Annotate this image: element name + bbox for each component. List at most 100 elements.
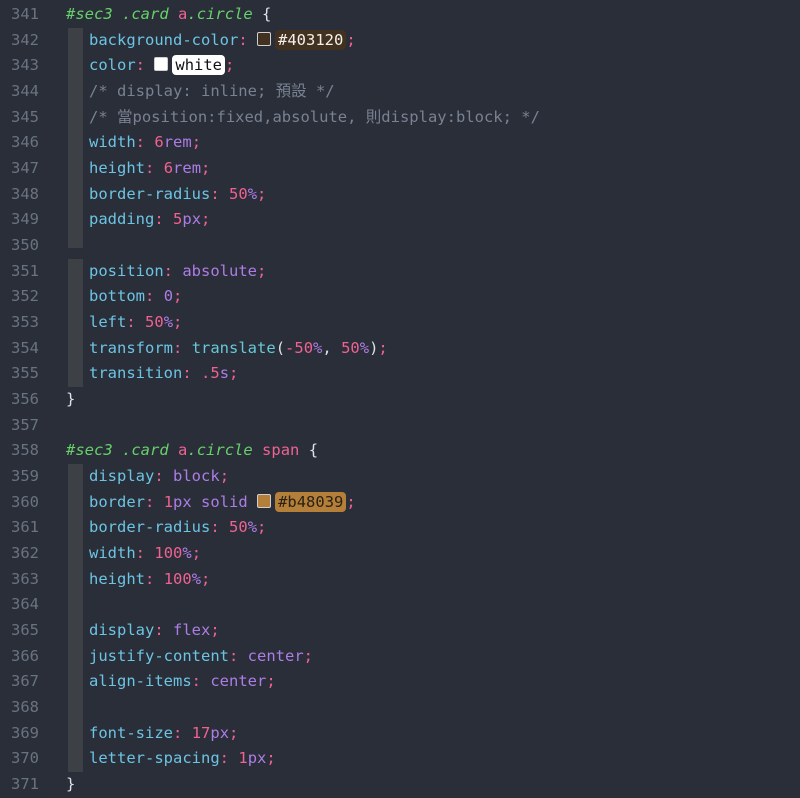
code-text: } — [56, 772, 75, 798]
line-number[interactable]: 349 — [0, 207, 56, 233]
line-number[interactable]: 355 — [0, 361, 56, 387]
code-line[interactable]: 347height: 6rem; — [0, 156, 800, 182]
token-num: 50 — [229, 518, 248, 536]
code-line[interactable]: 341#sec3 .card a.circle { — [0, 2, 800, 28]
code-line[interactable]: 359display: block; — [0, 464, 800, 490]
code-text: transform: translate(-50%, 50%); — [56, 336, 388, 362]
indent-guide — [68, 490, 83, 516]
token-pun: : — [145, 159, 154, 177]
code-line[interactable]: 342background-color: #403120; — [0, 28, 800, 54]
token-id: #sec3 — [66, 5, 113, 23]
line-number[interactable]: 362 — [0, 541, 56, 567]
code-text: #sec3 .card a.circle { — [56, 2, 271, 28]
code-line[interactable]: 364 — [0, 592, 800, 618]
color-value-pill[interactable]: #b48039 — [275, 492, 346, 512]
code-line[interactable]: 369font-size: 17px; — [0, 721, 800, 747]
line-number[interactable]: 343 — [0, 53, 56, 79]
line-number[interactable]: 367 — [0, 669, 56, 695]
token-unit: % — [248, 185, 257, 203]
line-number[interactable]: 351 — [0, 259, 56, 285]
token-pun: : — [145, 493, 154, 511]
token-sp — [113, 441, 122, 459]
code-line[interactable]: 371} — [0, 772, 800, 798]
code-line[interactable]: 367align-items: center; — [0, 669, 800, 695]
code-line[interactable]: 352bottom: 0; — [0, 284, 800, 310]
line-number[interactable]: 357 — [0, 413, 56, 439]
code-line[interactable]: 356} — [0, 387, 800, 413]
indent-guide — [68, 130, 83, 156]
line-number[interactable]: 356 — [0, 387, 56, 413]
token-val: solid — [201, 493, 248, 511]
token-sp — [164, 621, 173, 639]
line-number[interactable]: 341 — [0, 2, 56, 28]
line-number[interactable]: 342 — [0, 28, 56, 54]
code-line[interactable]: 350 — [0, 233, 800, 259]
line-number[interactable]: 370 — [0, 746, 56, 772]
line-number[interactable]: 359 — [0, 464, 56, 490]
code-line[interactable]: 343color: white; — [0, 53, 800, 79]
token-pun: ; — [257, 518, 266, 536]
line-number[interactable]: 354 — [0, 336, 56, 362]
token-prop: padding — [89, 210, 154, 228]
line-number[interactable]: 363 — [0, 567, 56, 593]
token-tag: a — [178, 5, 187, 23]
token-pun: : — [154, 621, 163, 639]
line-number[interactable]: 350 — [0, 233, 56, 259]
code-line[interactable]: 353left: 50%; — [0, 310, 800, 336]
indent-guide — [68, 310, 83, 336]
code-line[interactable]: 357 — [0, 413, 800, 439]
line-number[interactable]: 368 — [0, 695, 56, 721]
line-number[interactable]: 353 — [0, 310, 56, 336]
code-text: /* 當position:fixed,absolute, 則display:bl… — [56, 105, 540, 131]
code-line[interactable]: 351position: absolute; — [0, 259, 800, 285]
color-value-pill[interactable]: white — [172, 55, 225, 75]
code-line[interactable]: 368 — [0, 695, 800, 721]
code-line[interactable]: 349padding: 5px; — [0, 207, 800, 233]
token-pun: ; — [201, 570, 210, 588]
code-line[interactable]: 362width: 100%; — [0, 541, 800, 567]
code-line[interactable]: 363height: 100%; — [0, 567, 800, 593]
code-line[interactable]: 365display: flex; — [0, 618, 800, 644]
code-line[interactable]: 360border: 1px solid #b48039; — [0, 490, 800, 516]
token-val: absolute — [182, 262, 257, 280]
token-sp — [145, 133, 154, 151]
code-line[interactable]: 344/* display: inline; 預設 */ — [0, 79, 800, 105]
line-number[interactable]: 348 — [0, 182, 56, 208]
code-line[interactable]: 358#sec3 .card a.circle span { — [0, 438, 800, 464]
line-number[interactable]: 358 — [0, 438, 56, 464]
token-sp — [299, 441, 308, 459]
token-unit: % — [360, 339, 369, 357]
code-line[interactable]: 355transition: .5s; — [0, 361, 800, 387]
line-number[interactable]: 365 — [0, 618, 56, 644]
line-number[interactable]: 360 — [0, 490, 56, 516]
line-number[interactable]: 352 — [0, 284, 56, 310]
code-line[interactable]: 366justify-content: center; — [0, 644, 800, 670]
code-line[interactable]: 345/* 當position:fixed,absolute, 則display… — [0, 105, 800, 131]
line-number[interactable]: 371 — [0, 772, 56, 798]
indent-guide — [68, 361, 83, 387]
token-pun: : — [220, 749, 229, 767]
line-number[interactable]: 364 — [0, 592, 56, 618]
line-number[interactable]: 369 — [0, 721, 56, 747]
line-number[interactable]: 346 — [0, 130, 56, 156]
code-text: /* display: inline; 預設 */ — [56, 79, 335, 105]
code-line[interactable]: 361border-radius: 50%; — [0, 515, 800, 541]
color-swatch-icon[interactable] — [154, 57, 168, 71]
code-line[interactable]: 370letter-spacing: 1px; — [0, 746, 800, 772]
line-number[interactable]: 361 — [0, 515, 56, 541]
color-swatch-icon[interactable] — [257, 494, 271, 508]
color-value-pill[interactable]: #403120 — [275, 30, 346, 50]
line-number[interactable]: 366 — [0, 644, 56, 670]
line-number[interactable]: 347 — [0, 156, 56, 182]
code-line[interactable]: 348border-radius: 50%; — [0, 182, 800, 208]
code-line[interactable]: 346width: 6rem; — [0, 130, 800, 156]
token-sp — [169, 441, 178, 459]
token-sp — [229, 749, 238, 767]
token-sp — [113, 5, 122, 23]
token-pun: ; — [346, 493, 355, 511]
code-line[interactable]: 354transform: translate(-50%, 50%); — [0, 336, 800, 362]
token-prop: transition — [89, 364, 182, 382]
color-swatch-icon[interactable] — [257, 32, 271, 46]
line-number[interactable]: 345 — [0, 105, 56, 131]
line-number[interactable]: 344 — [0, 79, 56, 105]
